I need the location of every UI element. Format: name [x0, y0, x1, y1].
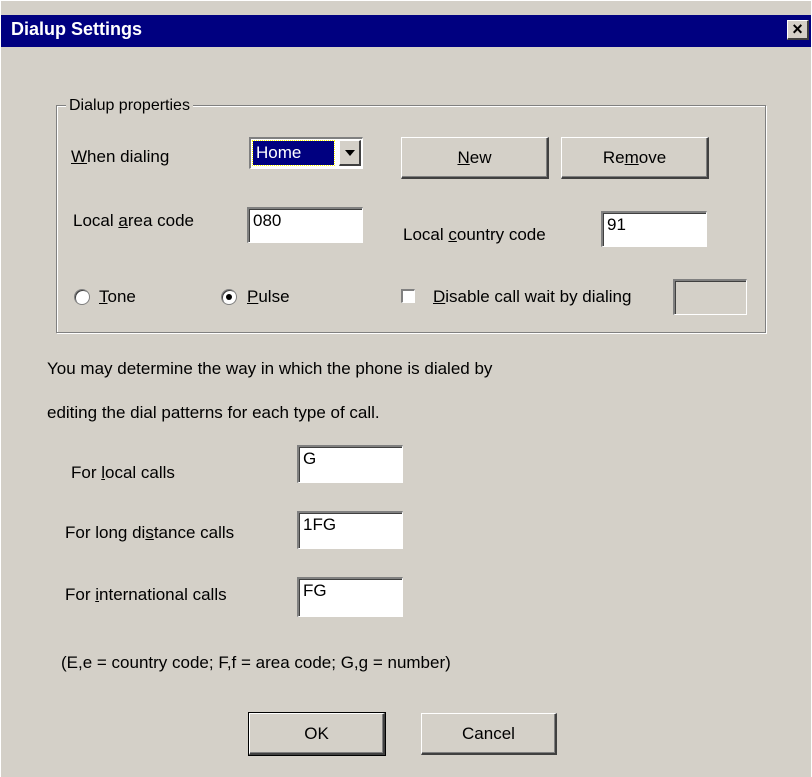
country-code-input[interactable]: 91 — [601, 211, 707, 247]
cancel-button[interactable]: Cancel — [421, 713, 557, 755]
new-button[interactable]: New — [401, 137, 549, 179]
disable-call-wait-label: Disable call wait by dialing — [433, 287, 632, 306]
when-dialing-dropdown[interactable]: Home — [249, 137, 363, 169]
when-dialing-label: When dialing — [71, 147, 170, 166]
local-calls-label: For local calls — [71, 463, 175, 482]
dropdown-button[interactable] — [339, 140, 361, 166]
info-text-line2: editing the dial patterns for each type … — [47, 403, 380, 422]
tone-label: Tone — [99, 287, 136, 306]
ok-button[interactable]: OK — [248, 712, 386, 756]
pulse-label: Pulse — [247, 287, 290, 306]
international-label: For international calls — [65, 585, 227, 604]
radio-selected-dot — [226, 294, 232, 300]
long-distance-label: For long distance calls — [65, 523, 235, 542]
when-dialing-value: Home — [252, 140, 335, 166]
pulse-radio[interactable] — [221, 289, 237, 305]
title-bar[interactable]: Dialup Settings × — [1, 15, 811, 47]
long-distance-input[interactable]: 1FG — [297, 511, 403, 549]
call-wait-code-input[interactable] — [673, 279, 747, 315]
country-code-label: Local country code — [403, 225, 546, 244]
close-button[interactable]: × — [787, 20, 809, 40]
pattern-legend: (E,e = country code; F,f = area code; G,… — [61, 653, 451, 672]
international-input[interactable]: FG — [297, 577, 403, 617]
remove-button[interactable]: Remove — [561, 137, 709, 179]
window-title: Dialup Settings — [11, 19, 143, 39]
area-code-label: Local area code — [73, 211, 195, 230]
dialog-window: Dialup Settings × Dialup properties When… — [0, 0, 811, 777]
area-code-input[interactable]: 080 — [247, 207, 363, 243]
close-icon: × — [792, 19, 803, 39]
local-calls-input[interactable]: G — [297, 445, 403, 483]
info-text-line1: You may determine the way in which the p… — [47, 359, 493, 378]
disable-call-wait-checkbox[interactable] — [401, 289, 415, 303]
group-label: Dialup properties — [66, 97, 193, 115]
chevron-down-icon — [345, 150, 355, 156]
tone-radio[interactable] — [74, 289, 90, 305]
